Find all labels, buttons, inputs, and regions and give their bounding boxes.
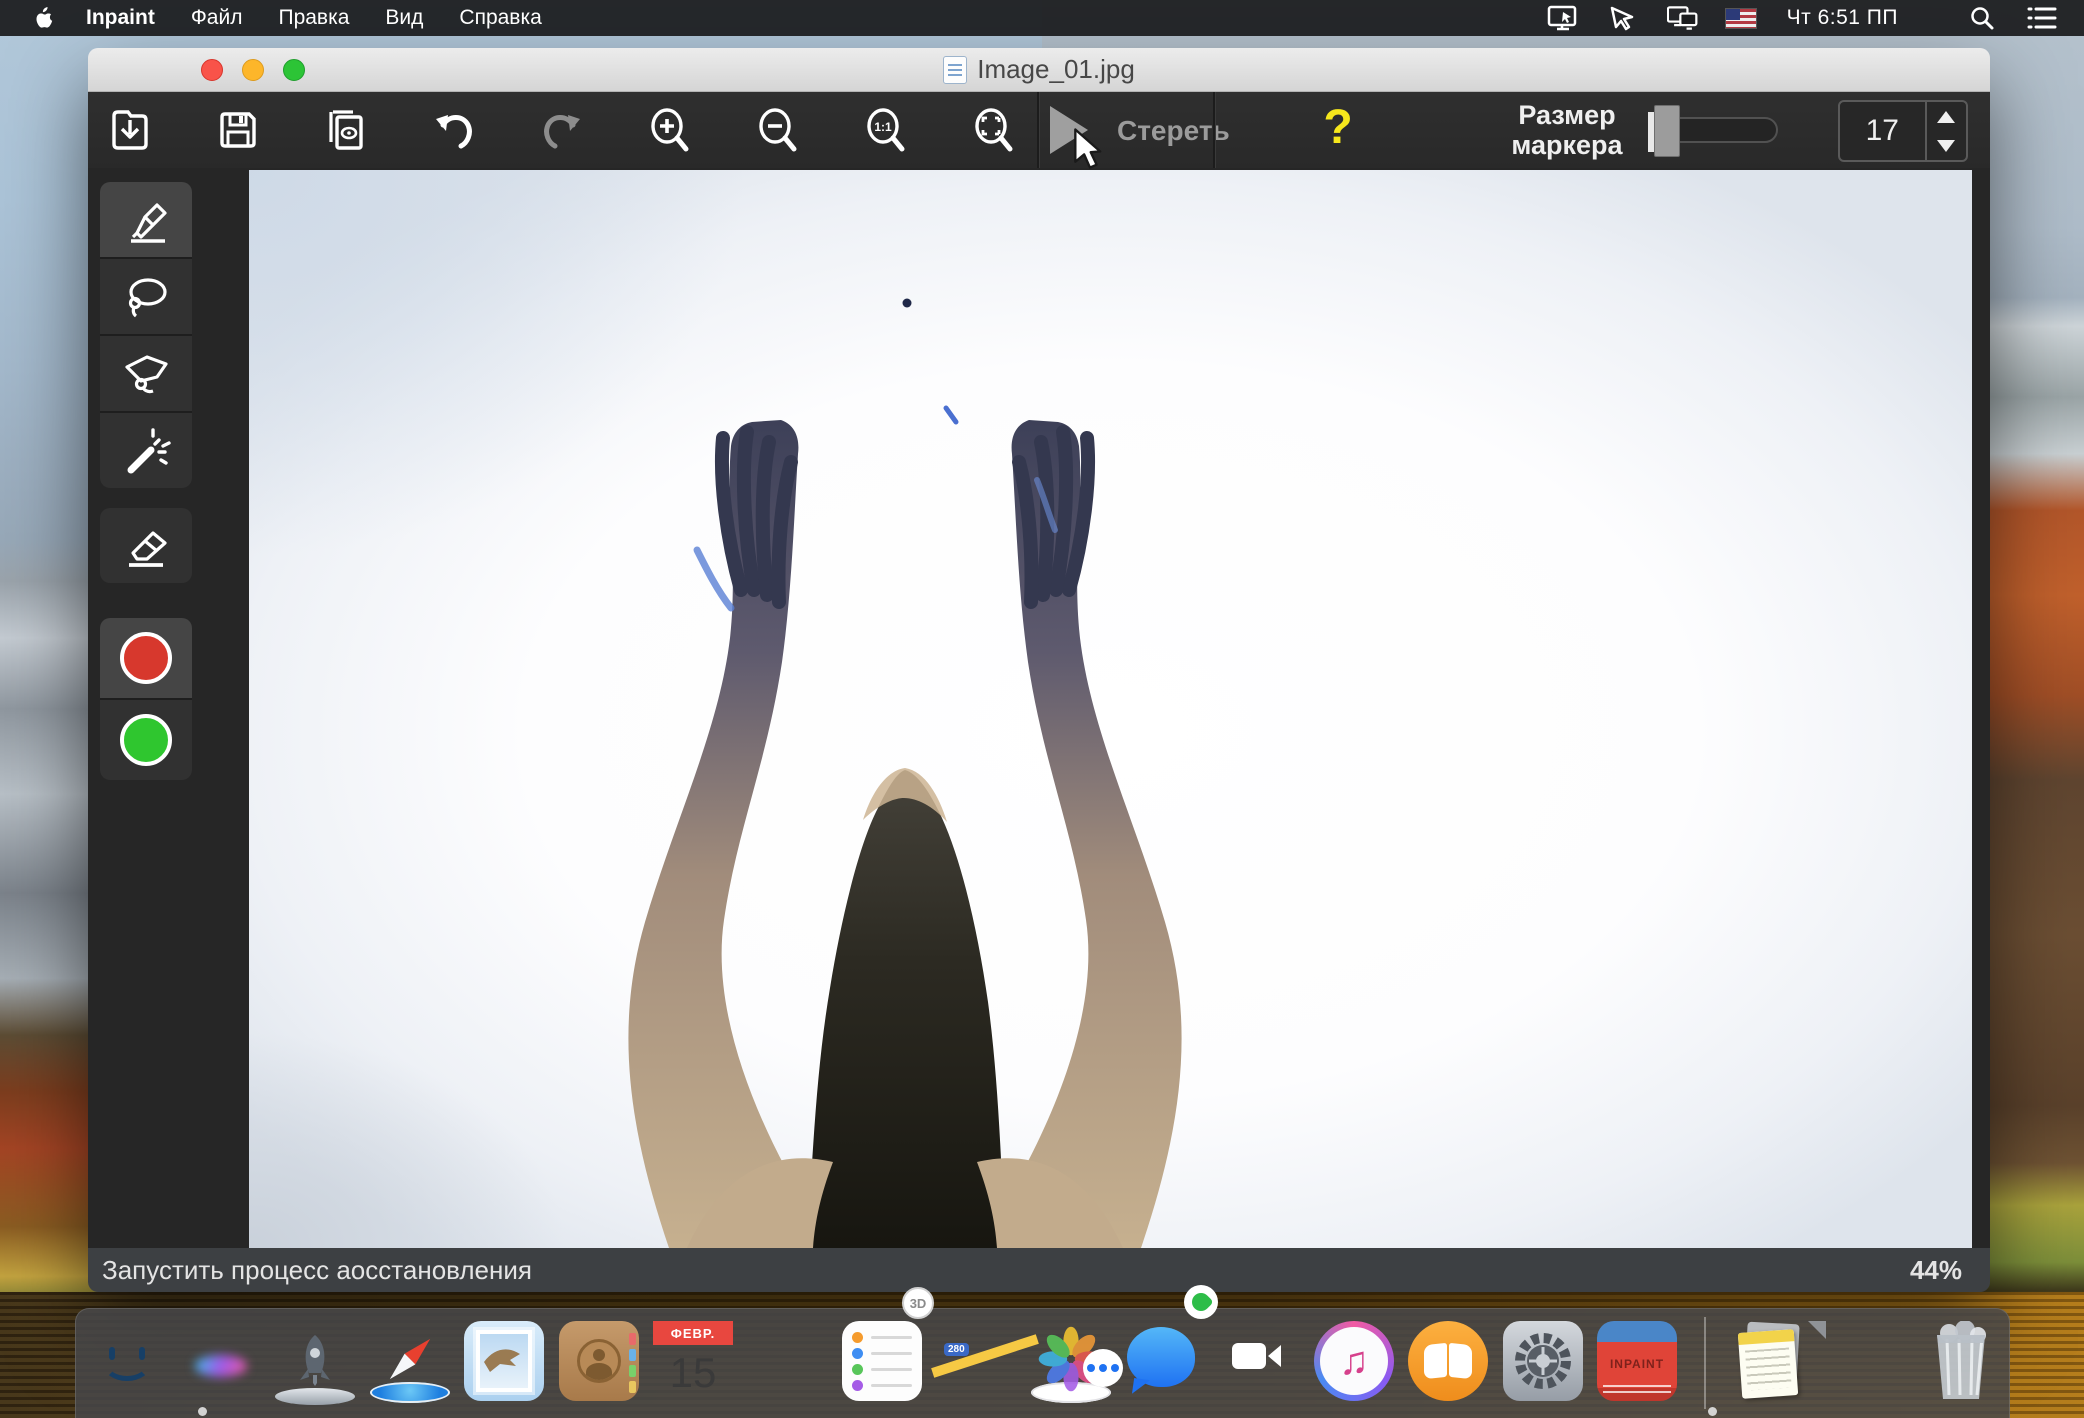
dock-divider [1704,1317,1706,1409]
marker-size-label: Размер маркера [1496,100,1638,160]
open-button[interactable] [98,106,162,154]
dock-item-messages[interactable] [1125,1321,1205,1401]
marker-size-slider[interactable] [1650,117,1778,143]
red-marker-icon [120,632,172,684]
inpaint-window: Image_01.jpg [88,48,1990,1292]
help-button[interactable]: ? [1310,100,1366,155]
image-canvas[interactable] [249,170,1972,1248]
reminders-icon [842,1321,922,1401]
dock-item-system-preferences[interactable] [1503,1321,1583,1401]
copy-preview-button[interactable] [314,106,378,154]
toolbar-separator [1037,92,1039,168]
input-language-us-flag[interactable] [1725,8,1757,29]
marker-size-spinbox[interactable]: 17 [1838,100,1968,162]
system-preferences-icon [1503,1321,1583,1401]
menu-app-name[interactable]: Inpaint [86,6,155,30]
redo-button[interactable] [530,106,594,154]
magic-wand-tool[interactable] [100,413,192,488]
window-title: Image_01.jpg [943,54,1135,85]
editor-content [88,168,1990,1248]
red-marker-button[interactable] [100,618,192,698]
toolbar-separator [1213,92,1215,168]
eraser-tool[interactable] [100,508,192,583]
dock-item-ibooks[interactable] [1408,1321,1488,1401]
launchpad-icon [275,1388,355,1405]
dock-item-mail[interactable] [464,1321,544,1401]
spotlight-search-icon[interactable] [1966,5,1998,31]
zoom-in-button[interactable] [638,106,702,154]
menu-help[interactable]: Справка [459,6,541,30]
safari-icon [370,1382,450,1403]
small-speck [903,299,912,308]
displays-icon[interactable] [1667,5,1699,31]
dock-item-maps[interactable]: 280 3D [936,1321,1016,1401]
dock-item-safari[interactable] [370,1321,450,1401]
green-marker-icon [120,714,172,766]
mail-icon [464,1321,544,1401]
green-marker-button[interactable] [100,700,192,780]
screen-sharing-icon[interactable] [1547,5,1579,31]
dock-item-launchpad[interactable] [275,1321,355,1401]
pointer-icon[interactable] [1607,5,1639,31]
marker-tool[interactable] [100,182,192,257]
spin-up-button[interactable] [1927,102,1966,131]
fit-screen-button[interactable] [962,106,1026,154]
menu-bar: Inpaint Файл Правка Вид Справка Чт 6:51 … [0,0,2084,36]
inpaint-app-icon: INPAINT [1597,1321,1677,1401]
ibooks-icon [1408,1321,1488,1401]
actual-size-button[interactable]: 1:1 [854,106,918,154]
dock-item-stickies[interactable] [1732,1321,1812,1401]
svg-text:1:1: 1:1 [874,120,892,134]
finder-running-dot [198,1407,207,1416]
marker-size-value[interactable]: 17 [1840,102,1925,160]
dock-item-document[interactable] [1826,1321,1906,1401]
inpaint-running-dot [1708,1407,1717,1416]
menu-view[interactable]: Вид [385,6,423,30]
document-proxy-icon [943,56,967,84]
lasso-tool[interactable] [100,259,192,334]
dock-item-trash[interactable] [1921,1321,2001,1401]
minimize-button[interactable] [242,59,264,81]
marker-color-group [100,618,192,780]
toolbar: 1:1 Стереть ? Размер маркера 17 [88,92,1990,168]
itunes-icon: ♫ [1314,1321,1394,1401]
spin-down-button[interactable] [1927,131,1966,160]
dock-item-inpaint[interactable]: INPAINT [1597,1321,1677,1401]
dock-item-calendar[interactable]: ФЕВР. 15 [653,1321,733,1401]
title-bar[interactable]: Image_01.jpg [88,48,1990,92]
contacts-icon [559,1321,639,1401]
menu-edit[interactable]: Правка [278,6,349,30]
dock-item-siri[interactable] [181,1321,261,1401]
status-bar: Запустить процесс аосстановления 44% [88,1248,1990,1292]
dock-item-reminders[interactable] [842,1321,922,1401]
save-button[interactable] [206,106,270,154]
calendar-icon: ФЕВР. 15 [653,1321,733,1401]
zoom-window-button[interactable] [283,59,305,81]
selection-tools-group [100,182,192,488]
dock-item-finder[interactable] [87,1321,167,1401]
dock-item-notes[interactable] [748,1321,828,1401]
desktop: Inpaint Файл Правка Вид Справка Чт 6:51 … [0,0,2084,1418]
zoom-out-button[interactable] [746,106,810,154]
dock-item-itunes[interactable]: ♫ [1314,1321,1394,1401]
undo-button[interactable] [422,106,486,154]
dock: ФЕВР. 15 280 3D [75,1308,2010,1418]
menu-clock[interactable]: Чт 6:51 ПП [1787,6,1898,30]
eraser-group [100,508,192,583]
dock-item-contacts[interactable] [559,1321,639,1401]
mouse-cursor [1072,128,1108,172]
menu-file[interactable]: Файл [191,6,243,30]
marker-icon [119,193,173,247]
zoom-level: 44% [1910,1255,1962,1286]
trash-icon [1921,1388,2001,1405]
apple-menu-icon[interactable] [30,5,56,31]
polygon-lasso-tool[interactable] [100,336,192,411]
slider-handle[interactable] [1654,105,1680,157]
dock-item-facetime[interactable] [1220,1321,1300,1401]
status-message: Запустить процесс аосстановления [102,1255,532,1286]
notification-center-icon[interactable] [2026,5,2058,31]
close-button[interactable] [201,59,223,81]
